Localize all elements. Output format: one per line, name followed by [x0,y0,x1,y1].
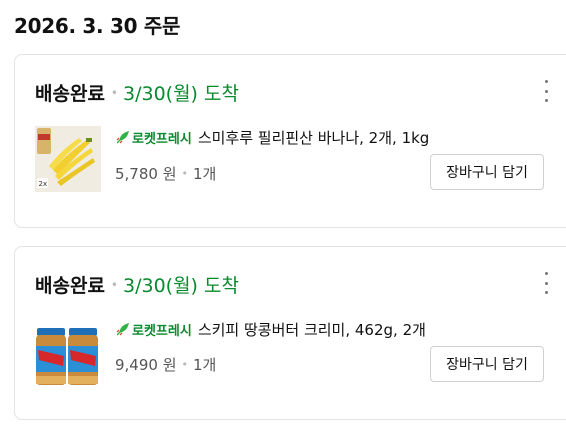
price-row: 9,490 원 • 1개 [115,354,216,375]
rocket-fresh-label: 로켓프레시 [132,132,192,147]
product-price: 9,490 원 [115,356,177,374]
shipment-card: 배송완료 • 3/30(월) 도착 로켓프레시 스키피 땅콩버터 크리미, 46… [14,246,566,420]
product-quantity: 1개 [193,165,217,183]
product-price: 5,780 원 [115,165,177,183]
arrival-date: 3/30(월) 도착 [123,275,239,297]
separator-dot: • [110,277,118,292]
order-date-heading: 2026. 3. 30 주문 [14,14,181,38]
delivery-status: 배송완료 [35,83,105,105]
add-to-cart-button[interactable]: 장바구니 담기 [430,346,544,382]
delivery-status-row: 배송완료 • 3/30(월) 도착 [35,79,239,106]
separator-dot: • [181,358,189,371]
separator-dot: • [110,85,118,100]
product-name-link[interactable]: 스키피 땅콩버터 크리미, 462g, 2개 [198,319,426,340]
product-title-row: 로켓프레시 스미후루 필리핀산 바나나, 2개, 1kg [115,127,429,148]
rocket-fresh-label: 로켓프레시 [132,324,192,339]
shipment-card: 배송완료 • 3/30(월) 도착 2x 로켓프레시 스미후루 필리핀산 바나나… [14,54,566,228]
add-to-cart-button[interactable]: 장바구니 담기 [430,154,544,190]
product-name-link[interactable]: 스미후루 필리핀산 바나나, 2개, 1kg [198,127,430,148]
peanut-butter-product-image [35,322,101,388]
rocket-fresh-badge: 로켓프레시 [115,128,192,147]
product-thumbnail[interactable] [35,322,101,388]
rocket-icon [116,322,129,335]
rocket-icon [116,130,129,143]
thumbnail-tag: 2x [39,180,48,188]
more-options-icon[interactable] [541,80,551,102]
product-title-row: 로켓프레시 스키피 땅콩버터 크리미, 462g, 2개 [115,319,426,340]
product-thumbnail[interactable]: 2x [35,126,101,192]
delivery-status-row: 배송완료 • 3/30(월) 도착 [35,271,239,298]
delivery-status: 배송완료 [35,275,105,297]
separator-dot: • [181,167,189,180]
banana-product-image: 2x [35,126,101,192]
arrival-date: 3/30(월) 도착 [123,83,239,105]
price-row: 5,780 원 • 1개 [115,163,216,184]
rocket-fresh-badge: 로켓프레시 [115,320,192,339]
more-options-icon[interactable] [541,272,551,294]
product-quantity: 1개 [193,356,217,374]
